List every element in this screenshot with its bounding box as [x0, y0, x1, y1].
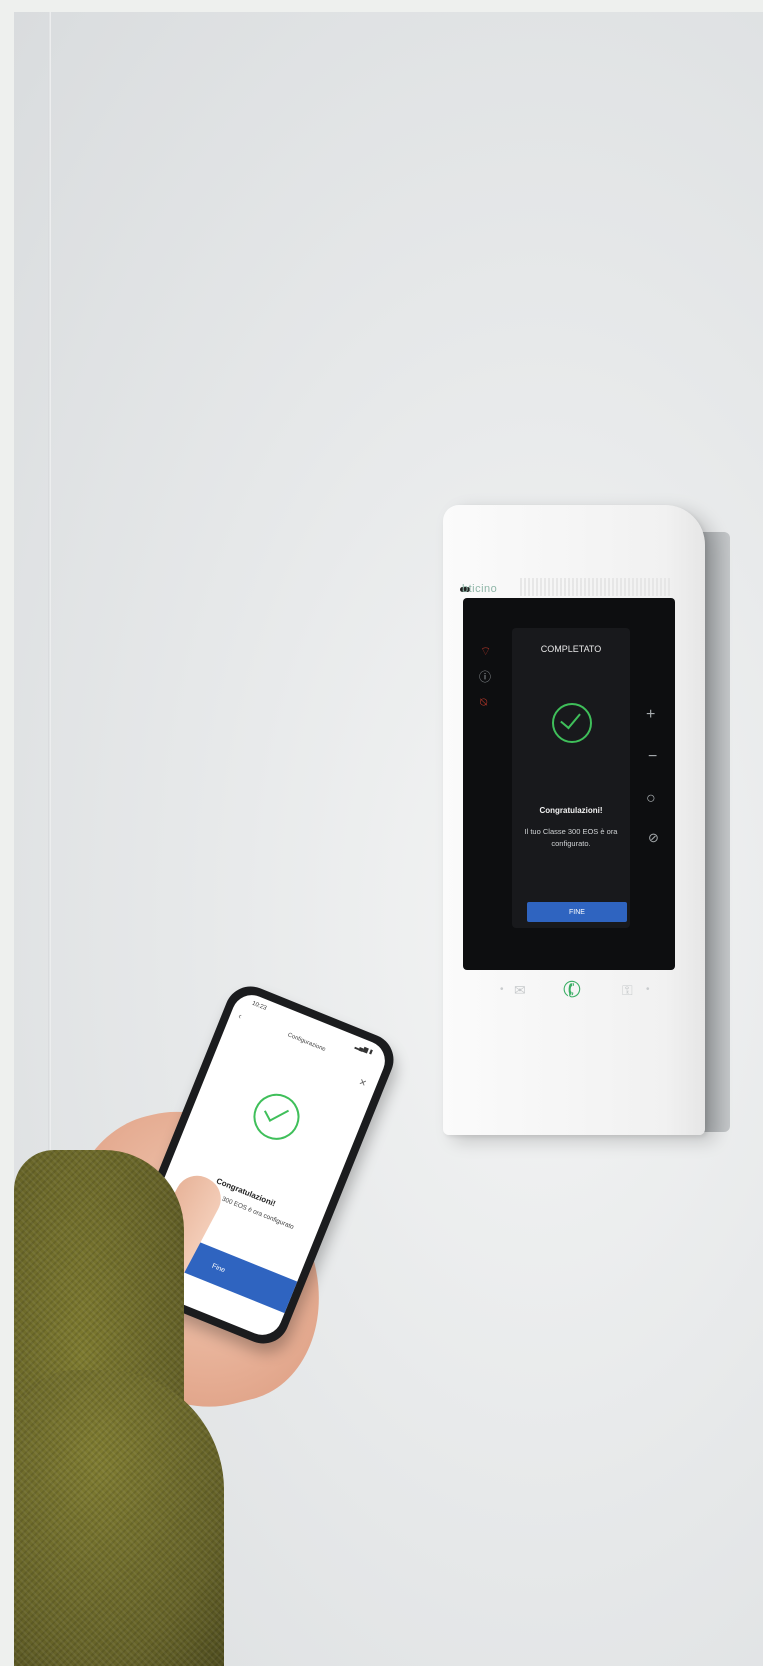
signal-battery-icon: ▂▄▆ ▮ — [354, 1043, 374, 1056]
sweater-sleeve-lower — [14, 1370, 224, 1666]
close-icon[interactable]: ✕ — [357, 1077, 368, 1090]
plus-icon[interactable]: + — [646, 706, 655, 724]
bottom-dot-left: • — [500, 984, 504, 995]
key-icon[interactable]: ⚿ — [622, 982, 633, 999]
mic-off-icon[interactable]: ⊘ — [648, 830, 659, 846]
bottom-dot-right: • — [646, 984, 650, 995]
panel-heading: Congratulazioni! — [539, 806, 603, 815]
message-icon[interactable]: ✉ — [514, 982, 526, 999]
panel-title: COMPLETATO — [540, 644, 602, 654]
info-icon: ⓘ — [479, 670, 492, 684]
panel-message: Il tuo Classe 300 EOS è ora configurato. — [524, 827, 618, 848]
brand-logo: bticino — [462, 583, 498, 595]
status-time: 10:23 — [251, 1000, 268, 1012]
circle-icon[interactable]: ○ — [646, 790, 656, 808]
wifi-icon: ⌔ — [480, 644, 492, 658]
minus-icon[interactable]: − — [648, 748, 657, 766]
bell-off-icon: ⍉ — [480, 695, 488, 709]
confirmation-panel — [512, 628, 630, 928]
speaker-grille — [520, 578, 670, 596]
finish-button[interactable]: FINE — [527, 902, 627, 922]
